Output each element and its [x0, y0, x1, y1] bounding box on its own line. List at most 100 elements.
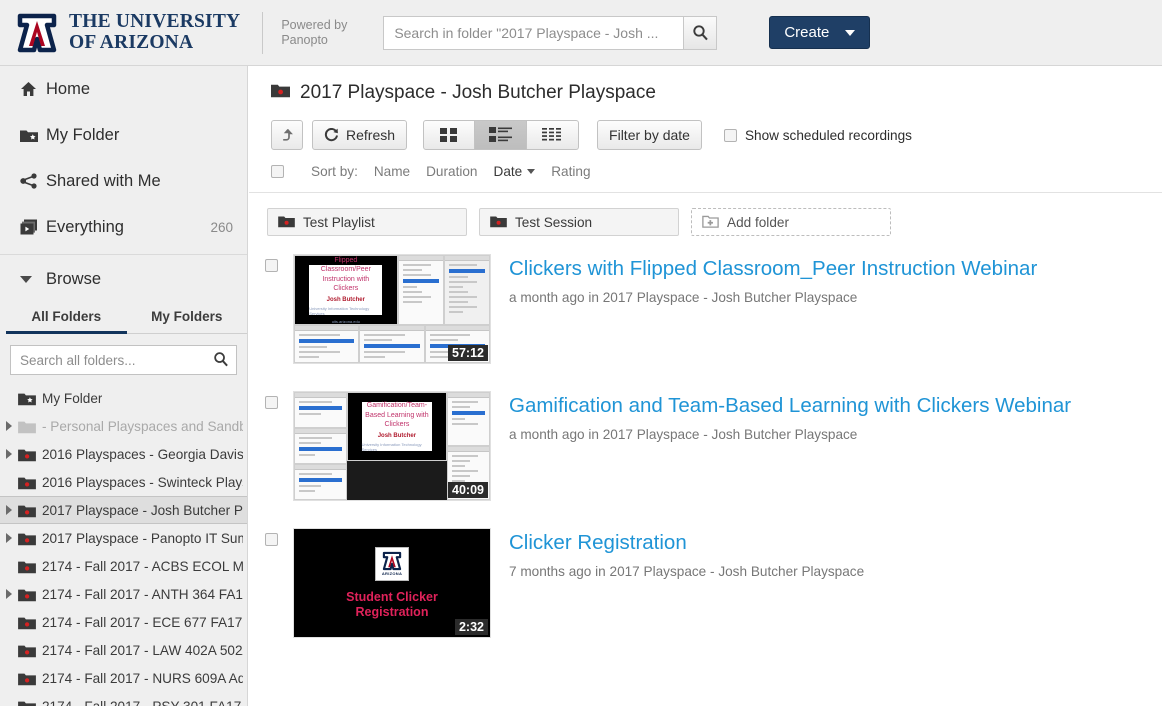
sort-option-name[interactable]: Name	[374, 164, 410, 179]
sort-option-date-label: Date	[493, 164, 523, 179]
content-toolbar: Refresh Filter by date Show scheduled re…	[249, 104, 1162, 150]
session-checkbox[interactable]	[264, 533, 278, 546]
rec-folder-icon	[18, 671, 42, 686]
rec-folder-icon	[18, 587, 42, 602]
chevron-down-icon	[20, 275, 32, 283]
chevron-down-icon	[527, 169, 536, 174]
breadcrumb: 2017 Playspace - Josh Butcher Playspace	[249, 66, 1162, 104]
refresh-button[interactable]: Refresh	[312, 120, 408, 150]
folder-search-input[interactable]	[10, 345, 237, 375]
brand-line-1: THE UNIVERSITY	[69, 11, 241, 33]
folder-search-bar	[0, 334, 247, 384]
up-level-button[interactable]	[271, 120, 303, 150]
thumb-pane	[446, 392, 490, 446]
folder-tree-item-label: - Personal Playspaces and Sandboxes	[42, 418, 243, 434]
rec-folder-icon	[18, 699, 42, 706]
sort-option-rating[interactable]: Rating	[551, 164, 590, 179]
sort-bar: Sort by: Name Duration Date Rating	[249, 150, 1162, 193]
sort-option-duration[interactable]: Duration	[426, 164, 477, 179]
session-duration: 2:32	[454, 619, 488, 635]
chevron-down-icon	[845, 29, 856, 36]
brand-line-2: OF ARIZONA	[69, 31, 194, 53]
sidebar-item-shared-with-me[interactable]: Shared with Me	[0, 158, 247, 204]
tab-all-folders[interactable]: All Folders	[6, 303, 127, 334]
folder-tree-item[interactable]: 2174 - Fall 2017 - ACBS ECOL MIC PL	[0, 552, 247, 580]
subfolder-test-session-label: Test Session	[515, 214, 593, 230]
search-icon[interactable]	[213, 351, 229, 372]
show-scheduled-checkbox[interactable]	[723, 128, 737, 142]
session-list: Flipped Classroom/Peer Instruction with …	[249, 236, 1162, 665]
folder-tree-item[interactable]: 2016 Playspaces - Swinteck Playspac	[0, 468, 247, 496]
folder-tree-item[interactable]: 2017 Playspace - Panopto IT Summit	[0, 524, 247, 552]
session-title-link[interactable]: Clickers with Flipped Classroom_Peer Ins…	[509, 256, 1037, 282]
session-thumbnail[interactable]: ARIZONA Student Clicker Registration 2:32	[293, 528, 491, 638]
sidebar-browse-toggle[interactable]: Browse	[0, 255, 247, 303]
expand-arrow-icon[interactable]	[0, 589, 18, 599]
folder-tree-item[interactable]: 2174 - Fall 2017 - NURS 609A Advan	[0, 664, 247, 692]
session-title-link[interactable]: Gamification and Team-Based Learning wit…	[509, 393, 1071, 419]
brand-wordmark: THE UNIVERSITY OF ARIZONA	[69, 11, 241, 53]
share-icon	[20, 173, 46, 189]
sort-by-label: Sort by:	[311, 164, 358, 179]
home-icon	[20, 81, 46, 97]
session-thumbnail[interactable]: Flipped Classroom/Peer Instruction with …	[293, 254, 491, 364]
select-all-checkbox[interactable]	[271, 165, 284, 178]
thumb-pane	[443, 255, 490, 325]
folder-tree-item[interactable]: 2016 Playspaces - Georgia Davis Play	[0, 440, 247, 468]
subfolder-test-playlist-label: Test Playlist	[303, 214, 375, 230]
my-folder-icon	[20, 128, 46, 143]
search-button[interactable]	[683, 15, 718, 50]
search-bar	[383, 15, 718, 50]
sort-option-date[interactable]: Date	[494, 164, 536, 179]
sidebar-item-shared-with-me-label: Shared with Me	[46, 171, 161, 190]
detail-view-icon	[488, 127, 512, 142]
create-button[interactable]: Create	[769, 16, 871, 49]
session-title-link[interactable]: Clicker Registration	[509, 530, 864, 556]
expand-arrow-icon[interactable]	[0, 505, 18, 515]
folder-tree-item[interactable]: - Personal Playspaces and Sandboxes	[0, 412, 247, 440]
folder-tree-item[interactable]: 2174 - Fall 2017 - ECE 677 FA17 001	[0, 608, 247, 636]
detail-view-button[interactable]	[475, 120, 528, 150]
rec-folder-icon	[271, 82, 290, 104]
grid-view-button[interactable]	[423, 120, 476, 150]
folder-tree-item[interactable]: 2174 - Fall 2017 - LAW 402A 502A FA	[0, 636, 247, 664]
powered-by-panopto: Powered by Panopto	[281, 18, 359, 48]
folder-tree-item-label: 2174 - Fall 2017 - NURS 609A Advan	[42, 670, 243, 686]
refresh-button-label: Refresh	[346, 127, 396, 143]
sidebar-item-home[interactable]: Home	[0, 66, 247, 112]
thumb-pane	[346, 461, 447, 500]
expand-arrow-icon[interactable]	[0, 421, 18, 431]
subfolder-test-playlist[interactable]: Test Playlist	[267, 208, 467, 236]
thumb-pane	[294, 324, 360, 363]
folder-tree-item-label: 2174 - Fall 2017 - ACBS ECOL MIC PL	[42, 558, 243, 574]
folder-tree-item-label: 2016 Playspaces - Swinteck Playspac	[42, 474, 243, 490]
search-input[interactable]	[383, 15, 684, 50]
expand-arrow-icon[interactable]	[0, 533, 18, 543]
brand-logo-block[interactable]: THE UNIVERSITY OF ARIZONA	[0, 0, 240, 65]
folder-tree-item[interactable]: My Folder	[0, 384, 247, 412]
folder-tree-item[interactable]: 2174 - Fall 2017 - ANTH 364 FA17 00	[0, 580, 247, 608]
folder-tree-item[interactable]: 2017 Playspace - Josh Butcher Playsp	[0, 496, 247, 524]
add-folder-button[interactable]: Add folder	[691, 208, 891, 236]
show-scheduled-recordings-toggle[interactable]: Show scheduled recordings	[723, 128, 912, 143]
rec-folder-icon	[18, 531, 42, 546]
rec-folder-icon	[18, 475, 42, 490]
thumb-slide-pane: Gamification/Team-Based Learning with Cl…	[346, 392, 447, 462]
tab-my-folders[interactable]: My Folders	[126, 303, 247, 334]
session-thumbnail[interactable]: Gamification/Team-Based Learning with Cl…	[293, 391, 491, 501]
folder-tree-item-label: 2017 Playspace - Panopto IT Summit	[42, 530, 243, 546]
folder-tree-item-label: 2174 - Fall 2017 - ANTH 364 FA17 00	[42, 586, 243, 602]
session-checkbox[interactable]	[264, 396, 278, 409]
filter-by-date-button[interactable]: Filter by date	[597, 120, 702, 150]
sidebar-item-everything[interactable]: Everything 260	[0, 204, 247, 250]
folder-tree-item[interactable]: 2174 - Fall 2017 - PSY 301 FA17 001	[0, 692, 247, 706]
session-checkbox[interactable]	[264, 259, 278, 272]
brand-divider	[262, 11, 264, 54]
list-view-button[interactable]	[527, 120, 580, 150]
sidebar-item-my-folder[interactable]: My Folder	[0, 112, 247, 158]
rec-folder-icon	[18, 447, 42, 462]
session-checkbox-cell	[249, 391, 293, 501]
session-list-item: ARIZONA Student Clicker Registration 2:32 Cl…	[249, 528, 1162, 665]
expand-arrow-icon[interactable]	[0, 449, 18, 459]
subfolder-test-session[interactable]: Test Session	[479, 208, 679, 236]
